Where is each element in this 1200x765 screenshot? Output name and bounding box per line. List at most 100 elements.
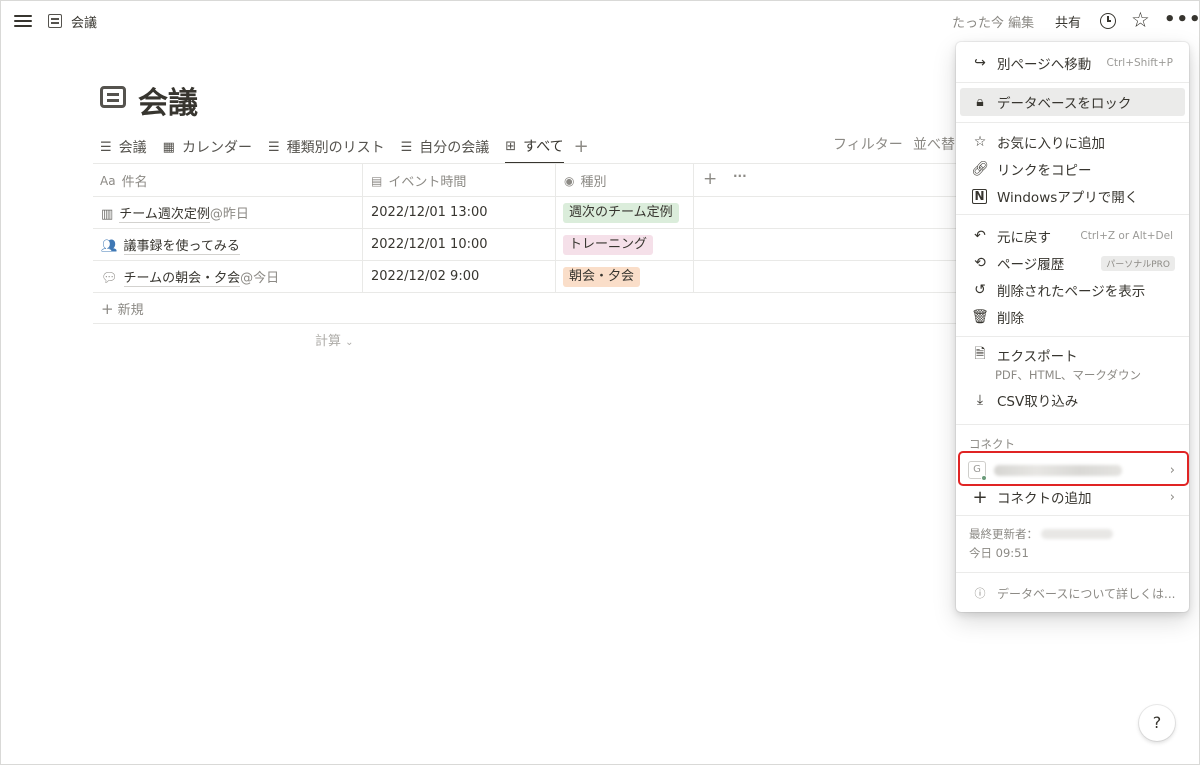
menu-item-label: データベースをロック bbox=[997, 96, 1132, 112]
table-row[interactable]: 👥︎ 議事録を使ってみる bbox=[101, 235, 240, 255]
date-mention[interactable]: @昨日 bbox=[210, 207, 249, 222]
calendar-grid-icon: ▥ bbox=[101, 207, 114, 222]
restore-icon: ↺ bbox=[974, 282, 986, 298]
tab-meetings[interactable]: ☰ 会議 bbox=[100, 134, 147, 160]
menu-item-label: 削除 bbox=[997, 311, 1024, 327]
lock-icon: 🔒︎ bbox=[976, 94, 984, 110]
list-icon: ☰ bbox=[267, 139, 280, 155]
shortcut-hint: Ctrl+Shift+P bbox=[1106, 57, 1173, 69]
menu-item-page-history[interactable]: ⟲ ページ履歴 パーソナルPRO bbox=[960, 249, 1185, 277]
type-cell[interactable]: 週次のチーム定例 bbox=[563, 203, 679, 223]
row-title[interactable]: チーム週次定例 bbox=[119, 207, 210, 223]
menu-item-label: 削除されたページを表示 bbox=[997, 284, 1146, 300]
menu-item-label: 元に戻す bbox=[997, 230, 1051, 246]
menu-item-label: リンクをコピー bbox=[997, 163, 1092, 179]
calculate-button[interactable]: 計算 ⌄ bbox=[315, 330, 354, 349]
calendar-icon: ▦ bbox=[162, 139, 175, 155]
row-title[interactable]: チームの朝会・夕会 bbox=[123, 271, 241, 287]
menu-item-label: データベースについて詳しくは... bbox=[997, 586, 1176, 601]
table-icon: ⊞ bbox=[505, 138, 517, 154]
table-row[interactable]: ▥ チーム週次定例@昨日 bbox=[101, 203, 249, 223]
menu-item-label: 別ページへ移動 bbox=[997, 57, 1092, 73]
calculate-label: 計算 bbox=[315, 334, 342, 349]
status-badge: 週次のチーム定例 bbox=[563, 203, 679, 223]
more-icon[interactable]: ••• bbox=[1164, 9, 1200, 30]
editor-name-redacted bbox=[1041, 529, 1113, 539]
share-button[interactable]: 共有 bbox=[1055, 12, 1081, 31]
column-header-title[interactable]: Aa 件名 bbox=[100, 171, 148, 191]
chevron-down-icon: ⌄ bbox=[345, 337, 354, 348]
plus-icon: + bbox=[101, 300, 114, 318]
add-property-icon[interactable]: + bbox=[703, 169, 717, 189]
list-icon: ☰ bbox=[100, 139, 112, 155]
highlight-annotation bbox=[958, 451, 1189, 486]
last-edited-by-label: 最終更新者： bbox=[969, 527, 1038, 541]
type-cell[interactable]: 朝会・夕会 bbox=[563, 267, 641, 287]
menu-item-delete[interactable]: 🗑︎ 削除 bbox=[960, 303, 1185, 331]
export-formats: PDF、HTML、マークダウン bbox=[995, 368, 1141, 382]
status-badge: トレーニング bbox=[563, 235, 654, 255]
menu-item-move[interactable]: ↪ 別ページへ移動 Ctrl+Shift+P bbox=[960, 49, 1185, 77]
menu-item-export[interactable]: 🗎︎ エクスポート bbox=[960, 341, 1185, 369]
clock-icon[interactable] bbox=[1100, 13, 1116, 29]
new-row-button[interactable]: + 新規 bbox=[101, 299, 144, 318]
chat-bubbles-icon: 💬︎ bbox=[101, 271, 118, 286]
event-time-cell[interactable]: 2022/12/02 9:00 bbox=[371, 269, 479, 284]
type-cell[interactable]: トレーニング bbox=[563, 235, 654, 255]
menu-item-learn-more[interactable]: ⓘ データベースについて詳しくは... bbox=[960, 579, 1185, 607]
column-header-event-time[interactable]: ▤ イベント時間 bbox=[371, 171, 466, 191]
menu-item-lock-database[interactable]: 🔒︎ データベースをロック bbox=[960, 88, 1185, 116]
menu-item-add-connection[interactable]: + コネクトの追加 › bbox=[960, 483, 1185, 511]
page-title-icon[interactable] bbox=[100, 86, 126, 108]
help-button[interactable]: ? bbox=[1139, 705, 1175, 741]
date-mention[interactable]: @今日 bbox=[240, 271, 279, 286]
menu-item-undo[interactable]: ↶ 元に戻す Ctrl+Z or Alt+Del bbox=[960, 222, 1185, 250]
filter-button[interactable]: フィルター bbox=[833, 134, 903, 154]
help-circle-icon: ⓘ bbox=[974, 587, 986, 600]
menu-icon[interactable] bbox=[13, 12, 33, 32]
column-label: 種別 bbox=[580, 175, 607, 190]
tab-all[interactable]: ⊞ すべて bbox=[505, 134, 564, 164]
more-icon[interactable]: ··· bbox=[733, 169, 747, 183]
top-bar: 会議 たった今 編集 共有 ☆ ••• bbox=[0, 0, 1200, 44]
arrow-turn-right-icon: ↪ bbox=[974, 55, 986, 71]
menu-item-open-windows-app[interactable]: N Windowsアプリで開く bbox=[960, 182, 1185, 210]
tab-label: 自分の会議 bbox=[419, 140, 490, 156]
history-icon: ⟲ bbox=[974, 255, 986, 271]
select-icon: ◉ bbox=[564, 173, 575, 188]
page-icon bbox=[48, 14, 62, 28]
section-header: コネクト bbox=[969, 437, 1015, 451]
people-icon: 👥︎ bbox=[101, 239, 118, 254]
last-edited-time: 今日 09:51 bbox=[969, 546, 1029, 560]
status-badge: 朝会・夕会 bbox=[563, 267, 641, 287]
last-edited-status: たった今 編集 bbox=[952, 16, 1035, 31]
trash-icon: 🗑︎ bbox=[971, 309, 989, 325]
tab-calendar[interactable]: ▦ カレンダー bbox=[163, 134, 252, 160]
undo-icon: ↶ bbox=[974, 228, 986, 244]
menu-item-label: Windowsアプリで開く bbox=[997, 190, 1139, 206]
table-row[interactable]: 💬︎ チームの朝会・夕会@今日 bbox=[101, 267, 279, 287]
export-file-icon: 🗎︎ bbox=[974, 346, 986, 362]
column-header-type[interactable]: ◉ 種別 bbox=[564, 171, 607, 191]
row-title[interactable]: 議事録を使ってみる bbox=[123, 239, 240, 255]
sort-button[interactable]: 並べ替え bbox=[913, 134, 955, 154]
event-time-cell[interactable]: 2022/12/01 13:00 bbox=[371, 205, 488, 220]
menu-item-show-deleted[interactable]: ↺ 削除されたページを表示 bbox=[960, 276, 1185, 304]
new-row-label: 新規 bbox=[117, 303, 144, 318]
page-title[interactable]: 会議 bbox=[138, 78, 198, 122]
tab-by-type[interactable]: ☰ 種類別のリスト bbox=[268, 134, 385, 160]
menu-item-add-favorite[interactable]: ☆ お気に入りに追加 bbox=[960, 128, 1185, 156]
menu-item-label: CSV取り込み bbox=[997, 394, 1079, 410]
menu-item-csv-import[interactable]: ⤓ CSV取り込み bbox=[960, 386, 1185, 414]
list-icon: ☰ bbox=[400, 139, 413, 155]
column-label: 件名 bbox=[121, 175, 148, 190]
event-time-cell[interactable]: 2022/12/01 10:00 bbox=[371, 237, 488, 252]
menu-item-copy-link[interactable]: 🔗︎ リンクをコピー bbox=[960, 155, 1185, 183]
tab-my-meetings[interactable]: ☰ 自分の会議 bbox=[401, 134, 490, 160]
add-view-icon[interactable]: + bbox=[574, 134, 589, 164]
menu-item-label: お気に入りに追加 bbox=[997, 136, 1105, 152]
star-icon: ☆ bbox=[973, 134, 987, 150]
text-type-icon: Aa bbox=[100, 173, 116, 188]
breadcrumb-title[interactable]: 会議 bbox=[71, 12, 97, 31]
star-icon[interactable]: ☆ bbox=[1131, 8, 1150, 32]
